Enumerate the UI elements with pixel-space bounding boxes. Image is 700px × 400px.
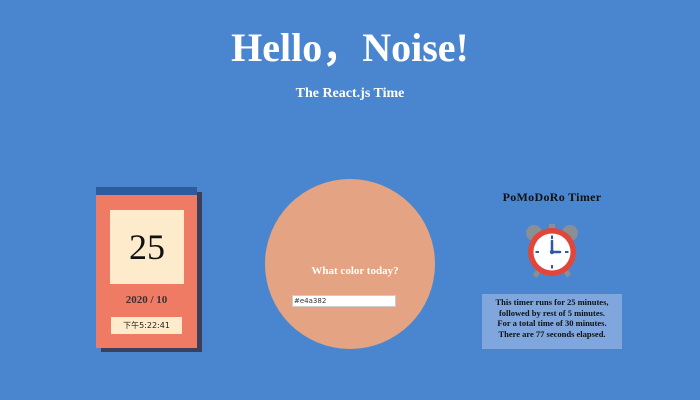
color-circle: What color today? bbox=[265, 179, 435, 349]
calendar-top-bar bbox=[96, 187, 197, 195]
color-input[interactable] bbox=[292, 295, 396, 307]
clock-time: 下午5:22:41 bbox=[123, 321, 170, 330]
calendar-year-month: 2020 / 10 bbox=[125, 294, 168, 306]
pomodoro-info-line: This timer runs for 25 minutes, bbox=[495, 297, 609, 307]
calendar-time-panel: 下午5:22:41 bbox=[111, 317, 182, 334]
pomodoro-info: This timer runs for 25 minutes, followed… bbox=[482, 294, 622, 349]
calendar-day-panel: 25 bbox=[110, 210, 184, 284]
pomodoro-info-line: followed by rest of 5 minutes. bbox=[498, 307, 606, 318]
pomodoro-info-line: There are 77 seconds elapsed. bbox=[498, 328, 606, 339]
page-title: Hello，Noise! bbox=[231, 25, 469, 70]
alarm-clock-icon[interactable] bbox=[523, 221, 581, 279]
page-subtitle: The React.js Time bbox=[295, 86, 405, 101]
color-question: What color today? bbox=[311, 265, 399, 277]
calendar-day: 25 bbox=[129, 227, 165, 267]
calendar-card: 25 2020 / 10 下午5:22:41 bbox=[96, 187, 197, 348]
pomodoro-title: PoMoDoRo Timer bbox=[502, 190, 602, 204]
pomodoro-info-line: For a total time of 30 minutes. bbox=[497, 318, 607, 328]
